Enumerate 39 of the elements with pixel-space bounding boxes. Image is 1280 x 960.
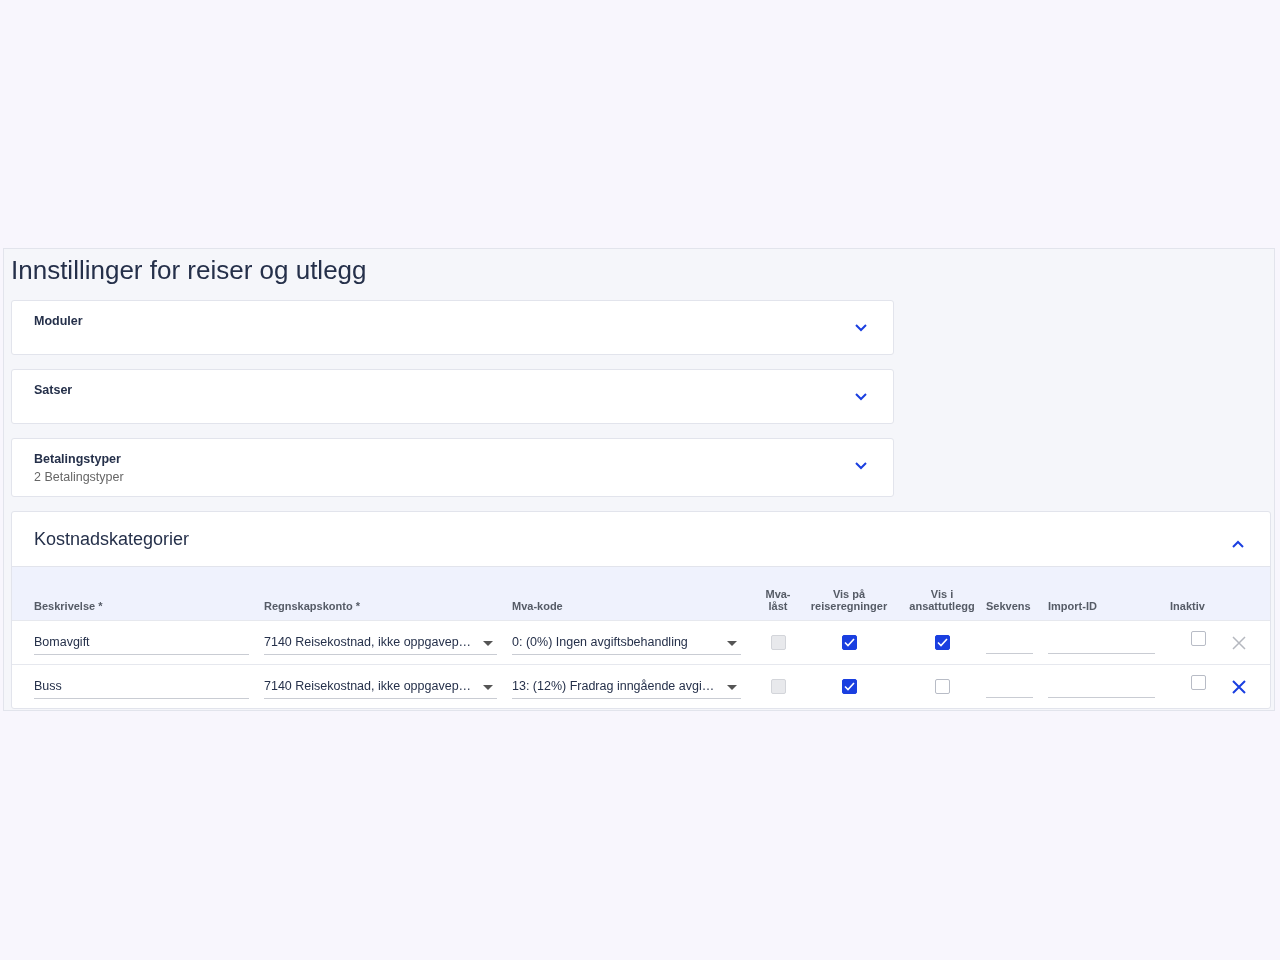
column-header: Sekvens bbox=[986, 600, 1031, 612]
column-header: Mva-kode bbox=[512, 600, 563, 612]
checkbox[interactable] bbox=[841, 679, 857, 694]
close-icon[interactable] bbox=[1232, 679, 1246, 694]
section-title: Satser bbox=[34, 383, 73, 397]
page-title: Innstillinger for reiser og utlegg bbox=[11, 255, 368, 286]
dropdown[interactable]: 13: (12%) Fradrag inngående avgi… bbox=[512, 674, 741, 699]
column-header: Inaktiv bbox=[1170, 600, 1205, 612]
column-header: Vis på reiseregninger bbox=[809, 588, 889, 612]
section-card[interactable]: Moduler bbox=[11, 300, 894, 355]
column-header: Mva-låst bbox=[764, 588, 792, 612]
section-card[interactable]: Satser bbox=[11, 369, 894, 424]
checkbox[interactable] bbox=[1190, 675, 1206, 690]
dropdown[interactable]: 7140 Reisekostnad, ikke oppgavep… bbox=[264, 630, 497, 655]
caret-icon bbox=[483, 641, 493, 646]
chevron-up-icon[interactable] bbox=[1232, 540, 1244, 548]
input-field[interactable]: Bomavgift bbox=[34, 630, 249, 655]
dropdown[interactable]: 7140 Reisekostnad, ikke oppgavep… bbox=[264, 674, 497, 699]
section-title: Moduler bbox=[34, 314, 83, 328]
caret-icon bbox=[727, 685, 737, 690]
checkbox[interactable] bbox=[934, 679, 950, 694]
caret-icon bbox=[727, 641, 737, 646]
chevron-down-icon[interactable] bbox=[855, 324, 867, 332]
column-header: Regnskapskonto * bbox=[264, 600, 360, 612]
checkbox[interactable] bbox=[1190, 631, 1206, 646]
checkbox[interactable] bbox=[841, 635, 857, 650]
section-title: Kostnadskategorier bbox=[34, 528, 190, 550]
section-card[interactable]: Betalingstyper 2 Betalingstyper bbox=[11, 438, 894, 497]
input-field[interactable]: Buss bbox=[34, 674, 249, 699]
caret-icon bbox=[483, 685, 493, 690]
column-header: Beskrivelse * bbox=[34, 600, 103, 612]
checkbox[interactable] bbox=[934, 635, 950, 650]
column-header: Import-ID bbox=[1048, 600, 1097, 612]
chevron-down-icon[interactable] bbox=[855, 462, 867, 470]
chevron-down-icon[interactable] bbox=[855, 393, 867, 401]
section-subtitle: 2 Betalingstyper bbox=[34, 470, 124, 484]
column-header: Vis i ansattutlegg bbox=[908, 588, 976, 612]
dropdown[interactable]: 0: (0%) Ingen avgiftsbehandling bbox=[512, 630, 741, 655]
section-title: Betalingstyper bbox=[34, 452, 122, 466]
